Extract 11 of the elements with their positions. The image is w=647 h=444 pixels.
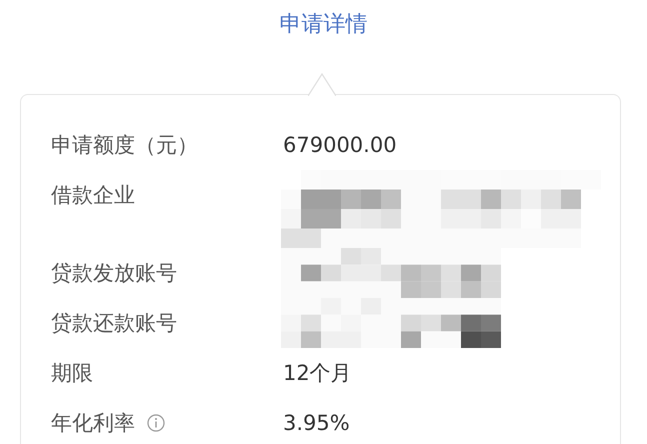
info-icon[interactable] [147,414,165,432]
field-label: 申请额度（元） [51,132,198,159]
field-label: 借款企业 [51,182,135,209]
field-value: 12个月 [283,360,352,387]
field-label: 贷款发放账号 [51,260,177,287]
field-label: 期限 [51,360,93,387]
field-label: 年化利率 [51,410,135,437]
page-title: 申请详情 [280,11,368,39]
field-value: 679000.00 [283,132,397,159]
field-value: 3.95% [283,410,350,437]
field-label: 贷款还款账号 [51,310,177,337]
